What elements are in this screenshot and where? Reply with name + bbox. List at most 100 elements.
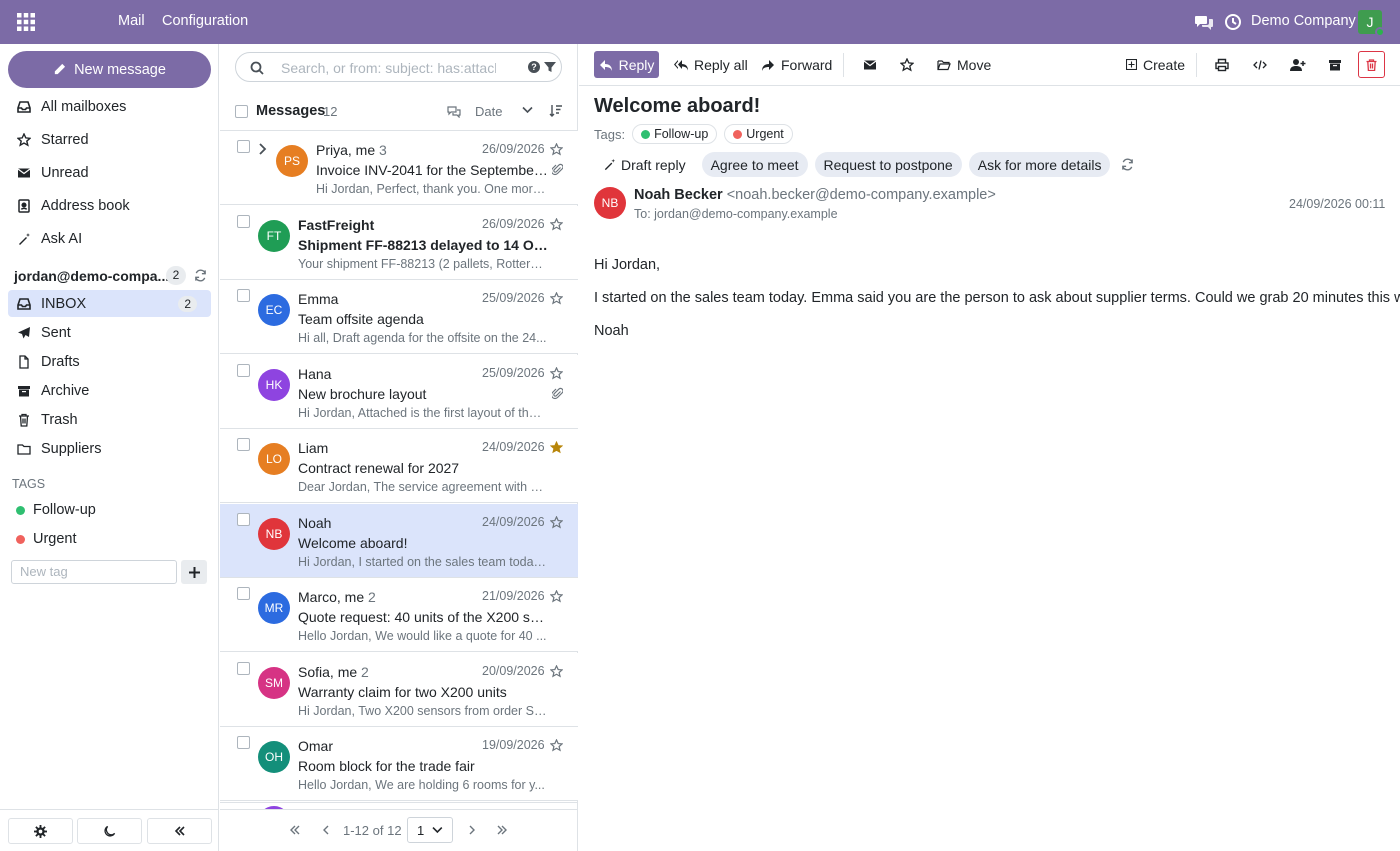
message-preview: Your shipment FF-88213 (2 pallets, Rotte… <box>298 256 548 271</box>
sender-avatar: HK <box>258 368 290 401</box>
sidebar-item-all-mailboxes[interactable]: All mailboxes <box>8 93 211 120</box>
sidebar-item-sent[interactable]: Sent <box>8 319 211 346</box>
new-message-button[interactable]: New message <box>8 51 211 88</box>
paperclip-icon <box>552 387 563 400</box>
message-row[interactable]: PS Priya, me 3 26/09/2026 Invoice INV-2041 … <box>220 131 578 205</box>
filter-icon[interactable] <box>544 61 556 73</box>
message-row[interactable]: EC Emma 25/09/2026 Team offsite agenda Hi al… <box>220 280 578 354</box>
collapse-sidebar-button[interactable] <box>147 818 212 844</box>
star-icon[interactable] <box>550 292 563 305</box>
next-page-icon[interactable] <box>466 824 478 836</box>
threads-toggle-icon[interactable] <box>447 105 461 118</box>
add-tag-button[interactable] <box>181 560 207 584</box>
message-checkbox[interactable] <box>237 289 250 302</box>
star-icon[interactable] <box>550 143 563 156</box>
chat-icon[interactable] <box>1195 13 1213 31</box>
message-checkbox[interactable] <box>237 140 250 153</box>
message-checkbox[interactable] <box>237 512 250 526</box>
help-icon[interactable]: ? <box>528 61 540 73</box>
forward-icon <box>761 58 775 72</box>
sidebar-item-archive[interactable]: Archive <box>8 377 211 404</box>
dark-mode-button[interactable] <box>77 818 142 844</box>
create-button[interactable]: Create <box>1126 51 1185 78</box>
reply-button[interactable]: Reply <box>594 51 659 78</box>
tag-urgent[interactable]: Urgent <box>16 531 77 547</box>
sidebar-item-unread[interactable]: Unread <box>8 159 211 186</box>
tag-follow-up[interactable]: Follow-up <box>16 502 96 518</box>
app-grid-icon[interactable] <box>17 13 35 31</box>
message-checkbox[interactable] <box>237 661 250 675</box>
message-row[interactable]: NB Noah 24/09/2026 Welcome aboard! Hi Jordan… <box>220 503 578 578</box>
chevron-down-icon[interactable] <box>522 106 533 114</box>
sort-field[interactable]: Date <box>475 104 502 119</box>
sidebar-item-address-book[interactable]: Address book <box>8 192 211 219</box>
move-button[interactable]: Move <box>937 51 991 78</box>
account-name[interactable]: jordan@demo-compa... <box>14 268 169 284</box>
plus-square-icon <box>1126 59 1137 70</box>
messages-title: Messages <box>256 103 326 119</box>
star-icon[interactable] <box>550 515 563 529</box>
sidebar-item-starred[interactable]: Starred <box>8 126 211 153</box>
sender-name[interactable]: Noah Becker <box>634 187 723 203</box>
chevron-right-icon[interactable] <box>258 142 268 156</box>
search-input[interactable]: Search, or from: subject: has:attachm ? <box>235 52 562 82</box>
message-row[interactable]: SM Sofia, me 2 20/09/2026 Warranty claim fo… <box>220 652 578 727</box>
sidebar-item-ask-ai[interactable]: Ask AI <box>8 225 211 252</box>
sidebar-item-inbox[interactable]: INBOX 2 <box>8 290 211 317</box>
message-checkbox[interactable] <box>237 736 250 749</box>
draft-reply-button[interactable]: Draft reply <box>594 152 695 177</box>
sidebar-item-suppliers[interactable]: Suppliers <box>8 435 211 462</box>
star-icon[interactable] <box>550 664 563 678</box>
star-icon[interactable] <box>550 739 563 752</box>
clock-icon[interactable] <box>1224 13 1242 31</box>
reply-all-button[interactable]: Reply all <box>674 51 748 78</box>
page-select[interactable]: 1 <box>407 817 453 843</box>
message-row[interactable]: HK Hana 25/09/2026 New brochure layout Hi Jo… <box>220 354 578 429</box>
regenerate-icon[interactable] <box>1121 158 1134 171</box>
last-page-icon[interactable] <box>496 824 508 836</box>
message-checkbox[interactable] <box>237 363 250 377</box>
message-row[interactable]: MR Marco, me 2 21/09/2026 Quote request: 40… <box>220 578 578 652</box>
star-button[interactable] <box>900 51 914 78</box>
first-page-icon[interactable] <box>289 824 301 836</box>
sidebar-item-trash[interactable]: Trash <box>8 406 211 433</box>
add-contact-button[interactable] <box>1290 51 1306 78</box>
message-row[interactable]: OH Omar 19/09/2026 Room block for the trade… <box>220 727 578 801</box>
message-checkbox[interactable] <box>237 587 250 600</box>
user-avatar[interactable]: J <box>1358 10 1385 37</box>
tag-urgent[interactable]: Urgent <box>724 124 793 144</box>
message-row[interactable]: LO Liam 24/09/2026 Contract renewal for 202… <box>220 429 578 503</box>
star-icon[interactable] <box>550 366 563 380</box>
star-icon[interactable] <box>550 217 563 231</box>
suggestion-ask-for-more-details[interactable]: Ask for more details <box>968 152 1111 177</box>
message-list-pane: Search, or from: subject: has:attachm ? … <box>220 44 578 851</box>
archive-button[interactable] <box>1328 51 1342 78</box>
view-source-button[interactable] <box>1253 51 1267 78</box>
pencil-icon <box>53 63 66 76</box>
select-all-checkbox[interactable] <box>235 105 248 118</box>
toolbar-divider <box>843 53 844 77</box>
company-switcher[interactable]: Demo Company <box>1251 13 1356 29</box>
star-filled-icon[interactable] <box>550 441 563 454</box>
message-row[interactable]: FT FastFreight 26/09/2026 Shipment FF-88213… <box>220 205 578 280</box>
nav-configuration[interactable]: Configuration <box>162 13 248 29</box>
suggestion-agree-to-meet[interactable]: Agree to meet <box>701 152 808 177</box>
message-checkbox[interactable] <box>237 214 250 228</box>
new-tag-input[interactable]: New tag <box>11 560 177 584</box>
star-icon[interactable] <box>550 590 563 603</box>
account-unread-count: 2 <box>166 266 186 285</box>
forward-button[interactable]: Forward <box>761 51 832 78</box>
sidebar-item-drafts[interactable]: Drafts <box>8 348 211 375</box>
suggestion-request-to-postpone[interactable]: Request to postpone <box>814 152 962 177</box>
mark-unread-button[interactable] <box>863 51 877 78</box>
delete-button[interactable] <box>1358 51 1385 78</box>
tag-follow-up[interactable]: Follow-up <box>632 124 718 144</box>
print-button[interactable] <box>1215 51 1229 78</box>
nav-mail[interactable]: Mail <box>118 13 145 29</box>
refresh-icon[interactable] <box>194 269 207 282</box>
settings-button[interactable] <box>8 818 73 844</box>
message-sender: Liam <box>298 440 329 456</box>
message-checkbox[interactable] <box>237 438 250 451</box>
previous-page-icon[interactable] <box>320 824 332 836</box>
sort-order-icon[interactable] <box>549 104 562 117</box>
